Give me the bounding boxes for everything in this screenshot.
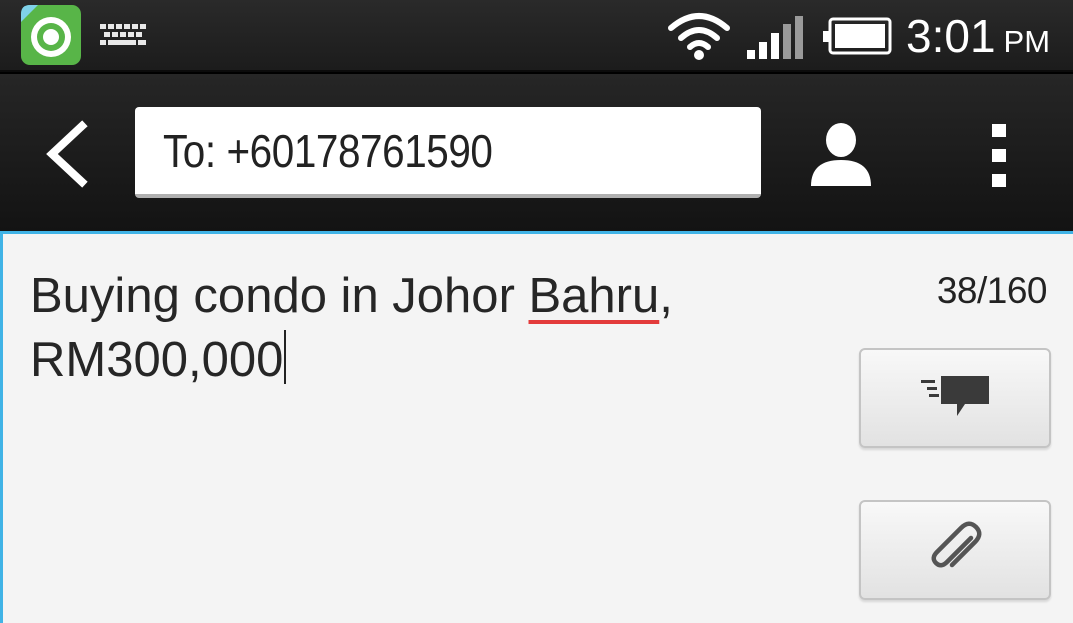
misspelled-word[interactable]: Bahru (529, 269, 660, 323)
text-cursor (284, 330, 287, 384)
action-bar: To: +60178761590 (0, 74, 1073, 231)
clock-time: 3:01 (906, 10, 996, 62)
character-counter: 38/160 (936, 270, 1048, 311)
signal-icon (747, 16, 803, 59)
send-button[interactable] (859, 348, 1051, 448)
wifi-icon (668, 13, 730, 60)
paperclip-icon (931, 521, 982, 568)
status-clock: 3:01 PM (906, 10, 1050, 62)
recipient-field[interactable]: To: +60178761590 (135, 107, 761, 198)
overflow-menu-icon[interactable] (980, 120, 1020, 192)
send-icon (921, 376, 989, 416)
messaging-screen: 3:01 PM To: +60178761590 Buying condo in … (0, 0, 1073, 623)
battery-icon (823, 17, 892, 55)
compose-area[interactable]: Buying condo in Johor Bahru, RM300,000 3… (0, 231, 1073, 623)
person-icon[interactable] (808, 120, 874, 188)
message-text-part-1: Buying condo in Johor (30, 269, 529, 323)
keyboard-icon (100, 24, 146, 45)
clock-ampm: PM (1003, 24, 1051, 59)
back-icon[interactable] (38, 120, 96, 188)
recipient-text: To: +60178761590 (163, 124, 493, 177)
status-bar: 3:01 PM (0, 0, 1073, 72)
attach-button[interactable] (859, 500, 1051, 600)
message-input[interactable]: Buying condo in Johor Bahru, RM300,000 (30, 264, 770, 392)
app-notification-icon (21, 5, 81, 65)
